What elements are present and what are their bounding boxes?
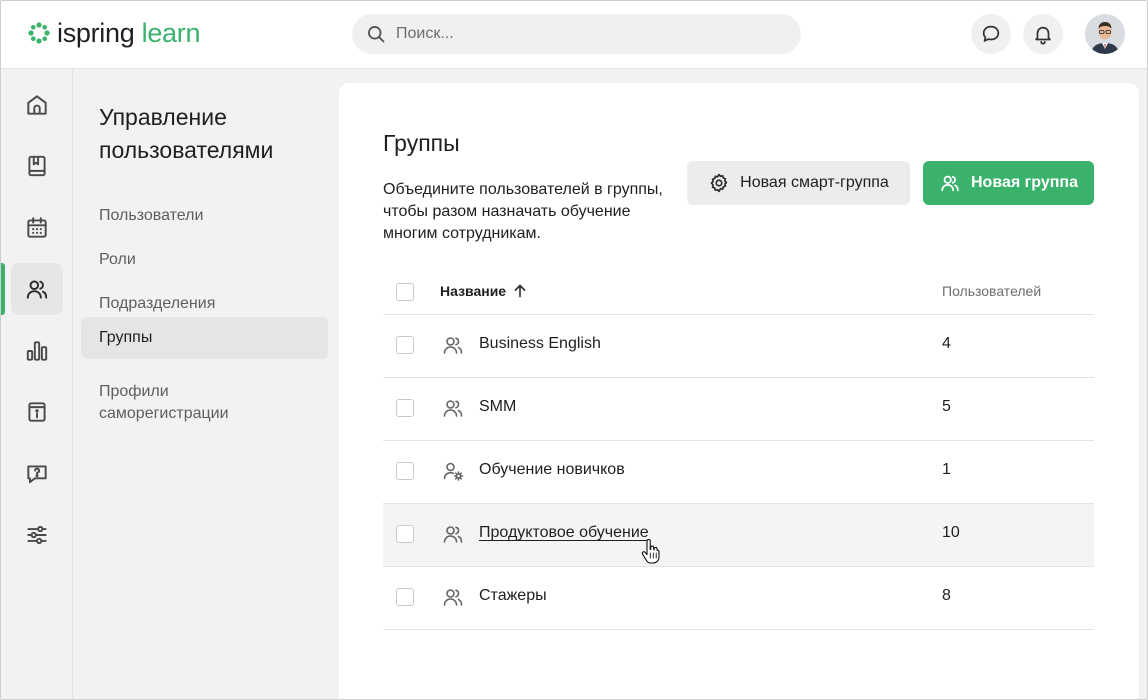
rail-item-help[interactable] — [11, 448, 63, 500]
info-book-icon — [28, 402, 46, 422]
group-name[interactable]: Стажеры — [479, 587, 547, 605]
users-icon — [443, 400, 463, 417]
row-checkbox[interactable] — [396, 462, 414, 480]
search-bar[interactable] — [352, 14, 801, 54]
new-group-label: Новая группа — [971, 174, 1078, 191]
users-icon — [443, 337, 463, 354]
group-user-count: 5 — [942, 398, 951, 415]
messages-button[interactable] — [971, 14, 1011, 54]
hand-cursor-icon — [641, 539, 660, 564]
rail-item-home[interactable] — [11, 79, 63, 131]
new-group-button[interactable]: Новая группа — [923, 161, 1094, 205]
calendar-icon — [27, 217, 47, 238]
page-description: Объедините пользователей в группы, чтобы… — [383, 181, 663, 242]
users-icon — [26, 280, 48, 299]
section-nav: Управление пользователями Пользователи Р… — [81, 69, 331, 699]
rail-item-settings[interactable] — [11, 509, 63, 561]
sliders-icon — [27, 525, 47, 545]
new-smart-group-label: Новая смарт-группа — [740, 174, 889, 191]
nav-item-users[interactable]: Пользователи — [81, 195, 328, 237]
groups-table: Название Пользователей Business English … — [383, 269, 1094, 630]
table-header: Название Пользователей — [383, 269, 1094, 315]
group-name-link[interactable]: Продуктовое обучение — [479, 524, 649, 542]
row-checkbox[interactable] — [396, 336, 414, 354]
group-user-count: 10 — [942, 524, 960, 541]
rail-item-calendar[interactable] — [11, 202, 63, 254]
question-chat-icon — [27, 465, 47, 484]
table-row[interactable]: Business English 4 — [383, 315, 1094, 378]
book-icon — [28, 155, 46, 177]
users-icon — [443, 526, 463, 543]
rail-item-courses[interactable] — [11, 140, 63, 192]
top-bar: ispring learn — [1, 1, 1147, 69]
group-user-count: 4 — [942, 335, 951, 352]
group-user-count: 1 — [942, 461, 951, 478]
group-name[interactable]: Обучение новичков — [479, 461, 625, 479]
users-icon — [941, 175, 959, 192]
content-card: Группы Объедините пользователей в группы… — [339, 83, 1139, 699]
rail-item-reports[interactable] — [11, 325, 63, 377]
bar-chart-icon — [26, 341, 48, 361]
bell-icon — [1035, 26, 1051, 45]
active-indicator — [1, 263, 5, 315]
group-user-count: 8 — [942, 587, 951, 604]
table-row[interactable]: Стажеры 8 — [383, 567, 1094, 630]
row-checkbox[interactable] — [396, 525, 414, 543]
new-smart-group-button[interactable]: Новая смарт-группа — [687, 161, 910, 205]
logo-text: ispring learn — [57, 18, 201, 48]
app-window: ispring learn Поиск... Управление пользо… — [0, 0, 1148, 700]
section-title: Управление пользователями — [99, 104, 274, 163]
column-name-label: Название — [440, 283, 507, 299]
search-icon — [368, 26, 385, 43]
home-icon — [27, 95, 47, 115]
rail-item-users[interactable] — [11, 263, 63, 315]
users-icon — [443, 589, 463, 606]
gear-icon — [710, 173, 728, 193]
avatar[interactable] — [1085, 14, 1125, 54]
arrow-up-icon — [514, 284, 526, 298]
column-header-name[interactable]: Название — [440, 283, 528, 299]
logo[interactable]: ispring learn — [27, 18, 200, 48]
logo-mark-icon — [28, 22, 50, 44]
notifications-button[interactable] — [1023, 14, 1063, 54]
table-row[interactable]: Обучение новичков 1 — [383, 441, 1094, 504]
row-checkbox[interactable] — [396, 399, 414, 417]
page-title: Группы — [383, 130, 460, 156]
chat-bubble-icon — [982, 25, 1000, 42]
group-name[interactable]: Business English — [479, 335, 601, 353]
group-name[interactable]: SMM — [479, 398, 516, 416]
select-all-checkbox[interactable] — [396, 283, 414, 301]
rail-item-knowledge[interactable] — [11, 386, 63, 438]
row-checkbox[interactable] — [396, 588, 414, 606]
search-input[interactable] — [396, 25, 776, 43]
user-photo-icon — [1085, 14, 1125, 54]
column-header-users[interactable]: Пользователей — [942, 283, 1041, 299]
table-row[interactable]: SMM 5 — [383, 378, 1094, 441]
icon-rail — [1, 69, 73, 699]
nav-item-groups[interactable]: Группы — [81, 317, 328, 359]
nav-item-self-registration[interactable]: Профили саморегистрации — [81, 371, 311, 435]
nav-item-roles[interactable]: Роли — [81, 239, 328, 281]
table-row[interactable]: Продуктовое обучение 10 — [383, 504, 1094, 567]
smart-group-icon — [443, 462, 464, 481]
